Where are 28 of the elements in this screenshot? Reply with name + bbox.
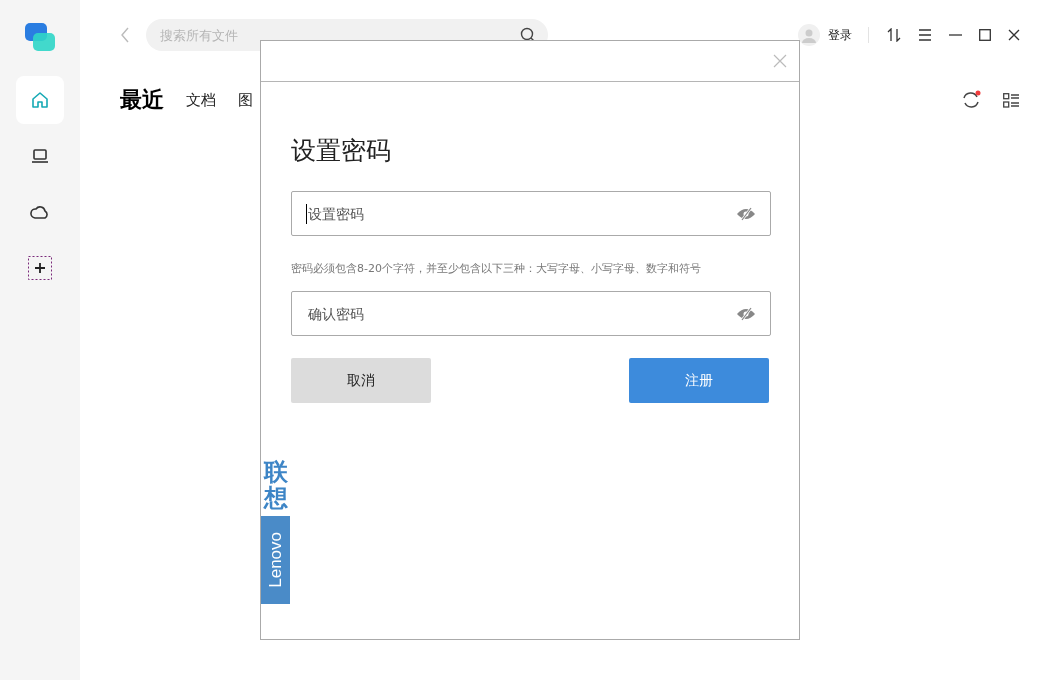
tab[interactable]: 图 [238,90,253,110]
dialog-title: 设置密码 [291,135,392,167]
list-view-icon[interactable] [1003,92,1020,108]
laptop-icon [31,147,49,165]
cloud-icon [30,204,50,220]
brand-logo-text: 联想 [263,459,288,512]
cancel-button[interactable]: 取消 [291,358,431,403]
menu-icon[interactable] [918,29,932,41]
eye-slash-icon[interactable] [736,206,756,221]
search-input[interactable]: 搜索所有文件 [158,26,520,44]
eye-slash-icon[interactable] [736,306,756,321]
password-field[interactable]: 设置密码 [291,191,771,236]
brand-logo: Lenovo [261,515,290,604]
sort-icon[interactable] [887,28,901,42]
password-input[interactable]: 设置密码 [306,204,736,223]
close-icon[interactable] [1008,29,1020,41]
add-icon [28,256,52,280]
tab[interactable]: 文档 [186,90,216,110]
maximize-icon[interactable] [979,29,991,41]
refresh-icon[interactable] [961,90,981,110]
password-hint: 密码必须包含8-20个字符，并至少包含以下三种：大写字母、小写字母、数字和符号 [291,261,702,276]
tab[interactable]: 最近 [120,85,164,115]
login-link[interactable]: 登录 [828,26,852,44]
home-icon [31,91,49,109]
password-input[interactable]: 确认密码 [306,304,736,323]
app-logo-icon [24,22,56,52]
register-button[interactable]: 注册 [629,358,769,403]
password-field[interactable]: 确认密码 [291,291,771,336]
